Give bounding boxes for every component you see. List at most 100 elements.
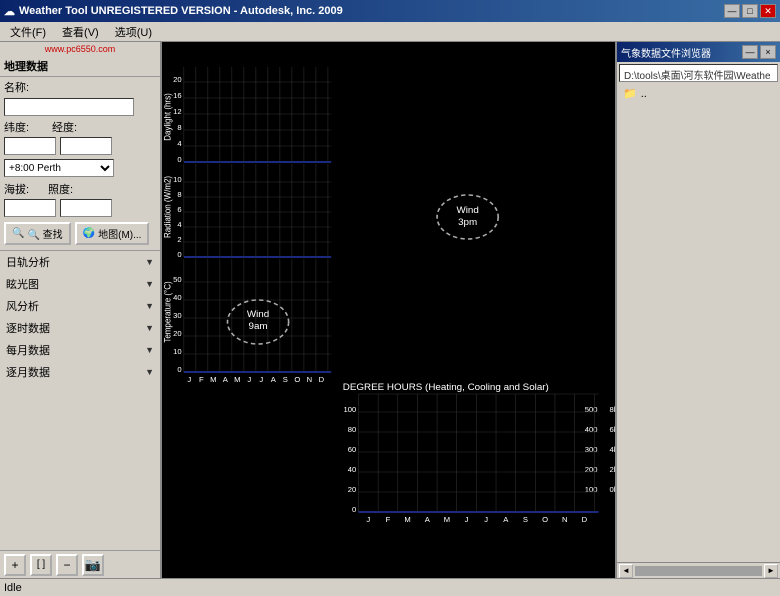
- add-icon[interactable]: +: [4, 554, 26, 576]
- nav-glare[interactable]: 眩光图 ▼: [0, 273, 160, 295]
- svg-text:16: 16: [173, 91, 181, 100]
- svg-text:200: 200: [585, 465, 598, 474]
- svg-text:N: N: [307, 375, 313, 384]
- nav-arrow-3: ▼: [145, 323, 154, 333]
- nav-arrow-5: ▼: [145, 367, 154, 377]
- minimize-button[interactable]: —: [724, 4, 740, 18]
- scroll-left-button[interactable]: ◄: [619, 564, 633, 578]
- svg-text:A: A: [271, 375, 276, 384]
- svg-text:0: 0: [352, 505, 356, 514]
- svg-text:Temperature (°C): Temperature (°C): [162, 281, 172, 343]
- svg-text:300: 300: [585, 445, 598, 454]
- svg-text:3pm: 3pm: [458, 216, 477, 227]
- folder-icon: 📁: [623, 87, 637, 100]
- left-panel: www.pc6550.com 地理数据 名称: 纬度: 经度: +8:00 Pe…: [0, 42, 162, 578]
- svg-text:J: J: [187, 375, 191, 384]
- svg-text:4: 4: [177, 220, 181, 229]
- svg-text:M: M: [234, 375, 240, 384]
- svg-text:10: 10: [173, 175, 181, 184]
- nav-section: 日轨分析 ▼ 眩光图 ▼ 风分析 ▼ 逐时数据 ▼ 每月数据 ▼ 逐月数据 ▼: [0, 250, 160, 383]
- svg-text:50: 50: [173, 275, 181, 284]
- svg-text:A: A: [223, 375, 228, 384]
- scroll-right-button[interactable]: ►: [764, 564, 778, 578]
- lat-input[interactable]: [4, 137, 56, 155]
- lat-label: 纬度:: [4, 119, 44, 135]
- svg-text:8: 8: [177, 190, 181, 199]
- svg-text:2k: 2k: [610, 465, 615, 474]
- right-path: D:\tools\桌面\河东软件园\Weathe: [619, 64, 778, 82]
- svg-text:12: 12: [173, 107, 181, 116]
- svg-text:6k: 6k: [610, 425, 615, 434]
- alt-input[interactable]: [4, 199, 56, 217]
- svg-text:DEGREE HOURS (Heating, Cooling: DEGREE HOURS (Heating, Cooling and Solar…: [343, 381, 549, 392]
- search-button[interactable]: 🔍 🔍 查找: [4, 222, 71, 245]
- svg-text:M: M: [210, 375, 216, 384]
- svg-text:40: 40: [348, 465, 356, 474]
- svg-text:J: J: [366, 515, 370, 524]
- minus-icon[interactable]: −: [56, 554, 78, 576]
- svg-text:J: J: [247, 375, 251, 384]
- map-icon: 🌍: [83, 228, 95, 239]
- svg-text:500: 500: [585, 405, 598, 414]
- right-title-bar: 气象数据文件浏览器 — ×: [617, 42, 780, 62]
- name-input[interactable]: [4, 98, 134, 116]
- svg-text:0: 0: [177, 365, 181, 374]
- svg-text:10: 10: [173, 347, 181, 356]
- svg-text:A: A: [425, 515, 430, 524]
- close-button[interactable]: ✕: [760, 4, 776, 18]
- menu-view[interactable]: 查看(V): [54, 22, 107, 42]
- right-hscroll: ◄ ►: [617, 562, 780, 578]
- nav-wind[interactable]: 风分析 ▼: [0, 295, 160, 317]
- right-minimize[interactable]: —: [742, 45, 758, 59]
- nav-arrow-2: ▼: [145, 301, 154, 311]
- camera-icon[interactable]: 📷: [82, 554, 104, 576]
- svg-text:0: 0: [177, 250, 181, 259]
- title-bar: ☁ Weather Tool UNREGISTERED VERSION - Au…: [0, 0, 780, 22]
- menu-file[interactable]: 文件(F): [2, 22, 54, 42]
- menu-options[interactable]: 选项(U): [107, 22, 160, 42]
- svg-text:0: 0: [177, 155, 181, 164]
- svg-text:J: J: [259, 375, 263, 384]
- nav-monthly[interactable]: 每月数据 ▼: [0, 339, 160, 361]
- nav-arrow-1: ▼: [145, 279, 154, 289]
- map-button[interactable]: 🌍 地图(M)...: [75, 222, 150, 245]
- nav-sun-analysis[interactable]: 日轨分析 ▼: [0, 251, 160, 273]
- svg-text:N: N: [562, 515, 568, 524]
- nav-arrow-0: ▼: [145, 257, 154, 267]
- right-folder-item[interactable]: 📁 ..: [617, 84, 780, 103]
- geo-data-title: 地理数据: [0, 56, 160, 77]
- svg-text:O: O: [542, 515, 548, 524]
- timezone-select[interactable]: +8:00 Perth: [4, 159, 114, 177]
- svg-text:400: 400: [585, 425, 598, 434]
- frame-icon[interactable]: [ ]: [30, 554, 52, 576]
- watermark: www.pc6550.com: [0, 42, 160, 56]
- svg-text:Wind: Wind: [456, 204, 478, 215]
- svg-text:4k: 4k: [610, 445, 615, 454]
- right-options[interactable]: ×: [760, 45, 776, 59]
- center-panel: CLIMATE SUMMARY NAME: [NoName] LATITUDE:…: [162, 42, 615, 578]
- svg-text:O: O: [294, 375, 300, 384]
- svg-text:20: 20: [173, 329, 181, 338]
- climate-svg: 20 16 12 8 4 0: [162, 42, 615, 578]
- svg-text:8: 8: [177, 123, 181, 132]
- svg-text:20: 20: [173, 75, 181, 84]
- name-label: 名称:: [4, 79, 29, 95]
- svg-text:20: 20: [348, 485, 356, 494]
- svg-text:6: 6: [177, 205, 181, 214]
- search-icon: 🔍: [12, 228, 24, 239]
- svg-text:F: F: [386, 515, 391, 524]
- right-panel-title: 气象数据文件浏览器: [621, 45, 711, 60]
- nav-hourly[interactable]: 逐时数据 ▼: [0, 317, 160, 339]
- status-bar: Idle: [0, 578, 780, 596]
- lng-input[interactable]: [60, 137, 112, 155]
- right-panel: 气象数据文件浏览器 — × D:\tools\桌面\河东软件园\Weathe 📁…: [615, 42, 780, 578]
- svg-text:100: 100: [344, 405, 357, 414]
- svg-text:S: S: [283, 375, 288, 384]
- svg-text:S: S: [523, 515, 528, 524]
- nav-annual[interactable]: 逐月数据 ▼: [0, 361, 160, 383]
- bright-input[interactable]: [60, 199, 112, 217]
- alt-label: 海拔:: [4, 181, 44, 197]
- maximize-button[interactable]: □: [742, 4, 758, 18]
- svg-text:J: J: [465, 515, 469, 524]
- svg-text:30: 30: [173, 311, 181, 320]
